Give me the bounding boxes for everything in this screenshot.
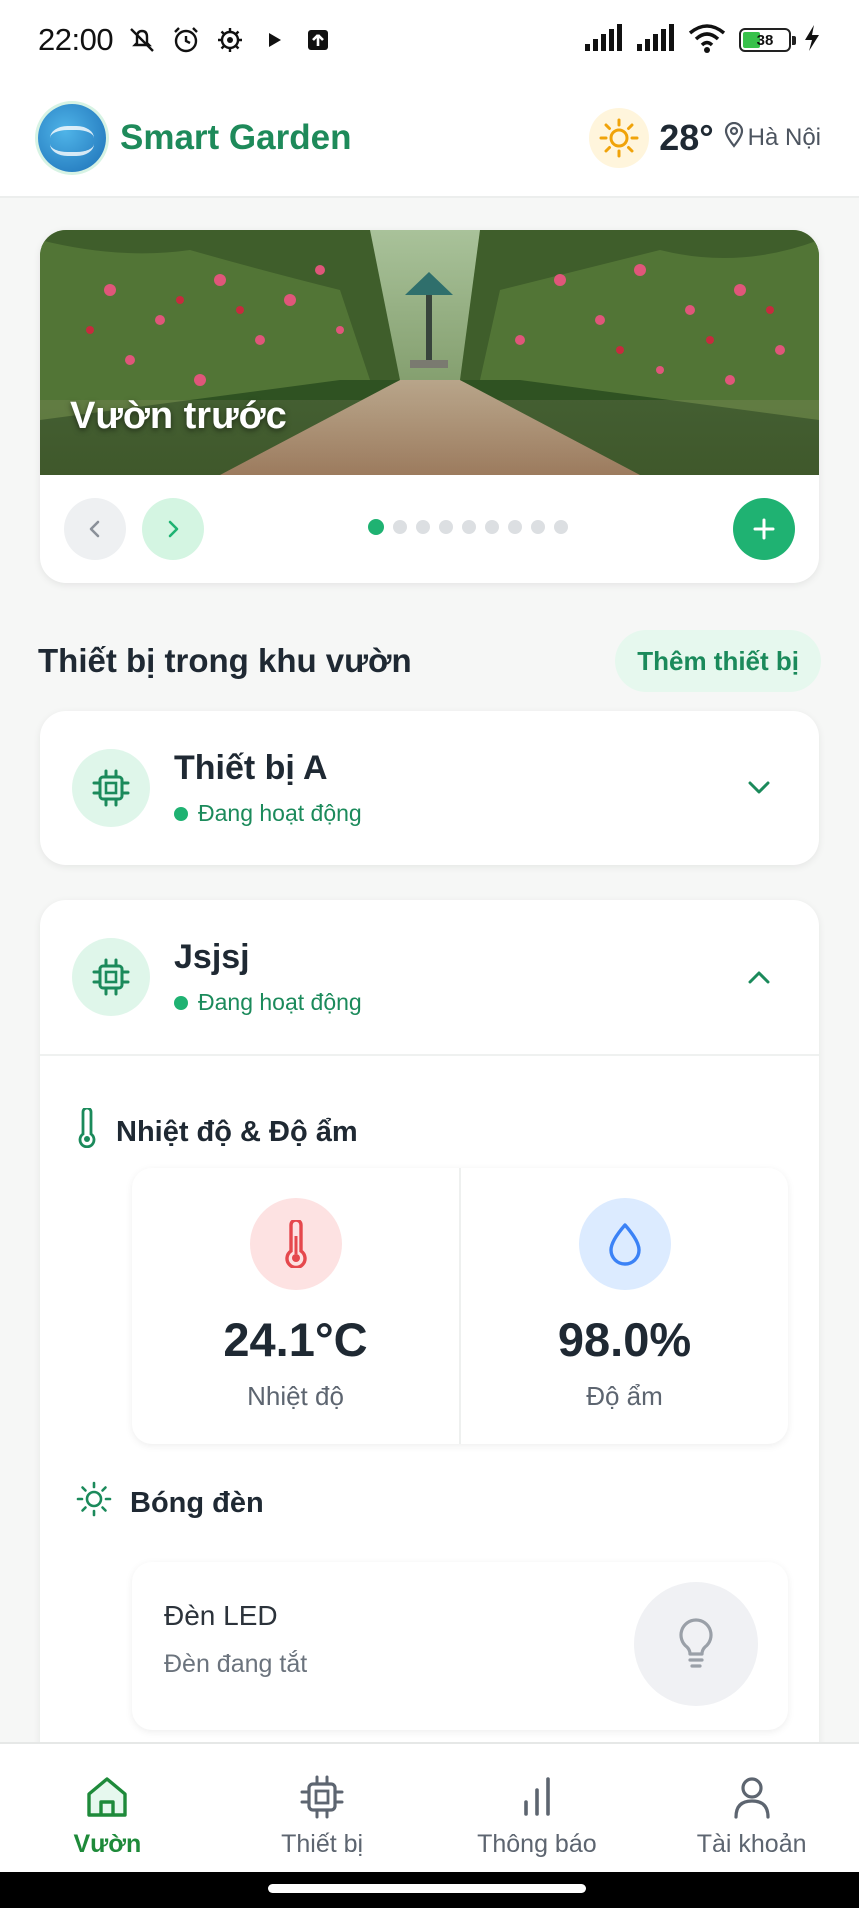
- gesture-bar: [0, 1872, 859, 1908]
- weather-location: Hà Nội: [747, 124, 821, 151]
- lamp-state: Đèn đang tắt: [164, 1650, 308, 1678]
- carousel-dot[interactable]: [368, 519, 384, 535]
- humidity-reading: 98.0% Độ ẩm: [459, 1168, 788, 1444]
- sun-icon: [76, 1481, 112, 1525]
- battery-level: 38: [756, 31, 774, 49]
- device-status: Đang hoạt động: [198, 800, 362, 826]
- home-icon: [87, 1777, 128, 1817]
- device-card: Jsjsj Đang hoạt động Nhiệt độ & Độ ẩm 24…: [40, 900, 819, 1800]
- lamp-name: Đèn LED: [164, 1600, 278, 1631]
- alarm-icon: [171, 25, 201, 55]
- bar-chart-icon: [524, 1777, 550, 1816]
- previous-garden-button[interactable]: [64, 498, 126, 560]
- location-pin-icon: [724, 121, 744, 155]
- device-details: Nhiệt độ & Độ ẩm 24.1°C Nhiệt độ 98.0% Đ…: [40, 1054, 819, 1744]
- chip-icon: [72, 938, 150, 1016]
- bottom-navigation: Vườn Thiết bị Thông báo Tài khoản: [0, 1742, 859, 1872]
- settings-icon: [215, 25, 245, 55]
- thermometer-icon: [76, 1106, 98, 1156]
- expand-device-button[interactable]: [739, 768, 779, 808]
- chip-icon: [300, 1775, 344, 1819]
- chevron-down-icon: [748, 781, 770, 794]
- nav-garden[interactable]: Vườn: [0, 1744, 215, 1872]
- carousel-dot[interactable]: [508, 520, 522, 534]
- chevron-up-icon: [748, 971, 770, 984]
- carousel-pagination: [368, 519, 568, 535]
- app-title: Smart Garden: [120, 118, 352, 157]
- nav-devices[interactable]: Thiết bị: [215, 1744, 430, 1872]
- device-status: Đang hoạt động: [198, 989, 362, 1015]
- collapse-device-button[interactable]: [739, 957, 779, 997]
- humidity-label: Độ ẩm: [586, 1381, 663, 1411]
- garden-carousel: Vườn trước: [40, 230, 819, 583]
- carousel-dot[interactable]: [393, 520, 407, 534]
- nav-devices-label: Thiết bị: [281, 1830, 364, 1858]
- add-garden-button[interactable]: [733, 498, 795, 560]
- water-drop-icon: [578, 1198, 671, 1290]
- status-bar: 22:00 38: [0, 0, 859, 80]
- play-icon: [259, 25, 289, 55]
- carousel-dot[interactable]: [554, 520, 568, 534]
- humidity-value: 98.0%: [557, 1313, 692, 1366]
- devices-section-title: Thiết bị trong khu vườn: [38, 642, 412, 679]
- temperature-label: Nhiệt độ: [247, 1381, 344, 1411]
- sun-icon: [589, 108, 650, 168]
- status-dot: [174, 806, 188, 821]
- carousel-dot[interactable]: [416, 520, 430, 534]
- device-name: Jsjsj: [174, 938, 250, 976]
- temperature-value: 24.1°C: [223, 1313, 368, 1366]
- battery-icon: 38: [739, 28, 796, 52]
- device-header[interactable]: Thiết bị A Đang hoạt động: [40, 711, 819, 865]
- app-logo: [38, 104, 106, 172]
- climate-section-title: Nhiệt độ & Độ ẩm: [116, 1115, 358, 1148]
- chip-icon: [72, 749, 150, 827]
- lights-section-title: Bóng đèn: [130, 1486, 264, 1519]
- chevron-left-icon: [89, 520, 100, 538]
- device-name: Thiết bị A: [174, 749, 328, 787]
- lightbulb-icon: [679, 1618, 713, 1668]
- signal-icon: [635, 23, 675, 57]
- wifi-icon: [687, 23, 727, 58]
- mute-icon: [127, 25, 157, 55]
- signal-icon: [583, 23, 623, 57]
- device-card: Thiết bị A Đang hoạt động: [40, 711, 819, 865]
- climate-readings: 24.1°C Nhiệt độ 98.0% Độ ẩm: [132, 1168, 788, 1444]
- garden-name: Vườn trước: [70, 395, 287, 437]
- temperature-reading: 24.1°C Nhiệt độ: [132, 1168, 459, 1444]
- chevron-right-icon: [168, 520, 179, 538]
- garden-photo[interactable]: Vườn trước: [40, 230, 819, 475]
- device-header[interactable]: Jsjsj Đang hoạt động: [40, 900, 819, 1054]
- app-header: Smart Garden 28° Hà Nội: [0, 80, 859, 198]
- plus-icon: [753, 518, 775, 540]
- upload-icon: [303, 25, 333, 55]
- status-dot: [174, 995, 188, 1010]
- add-device-button[interactable]: Thêm thiết bị: [615, 630, 821, 692]
- nav-notifications-label: Thông báo: [477, 1830, 597, 1858]
- lamp-card: Đèn LED Đèn đang tắt: [132, 1562, 788, 1730]
- weather-temperature: 28°: [659, 117, 714, 158]
- carousel-dot[interactable]: [485, 520, 499, 534]
- next-garden-button[interactable]: [142, 498, 204, 560]
- lamp-toggle-button[interactable]: [634, 1582, 758, 1706]
- nav-garden-label: Vườn: [73, 1830, 142, 1858]
- nav-account-label: Tài khoản: [696, 1830, 807, 1858]
- user-icon: [734, 1777, 770, 1819]
- carousel-dot[interactable]: [439, 520, 453, 534]
- status-time: 22:00: [38, 22, 114, 57]
- charging-icon: [803, 24, 821, 57]
- nav-notifications[interactable]: Thông báo: [430, 1744, 645, 1872]
- thermometer-icon: [249, 1198, 342, 1290]
- weather-widget[interactable]: 28° Hà Nội: [589, 108, 821, 168]
- carousel-dot[interactable]: [462, 520, 476, 534]
- nav-account[interactable]: Tài khoản: [644, 1744, 859, 1872]
- home-indicator[interactable]: [268, 1884, 586, 1893]
- carousel-dot[interactable]: [531, 520, 545, 534]
